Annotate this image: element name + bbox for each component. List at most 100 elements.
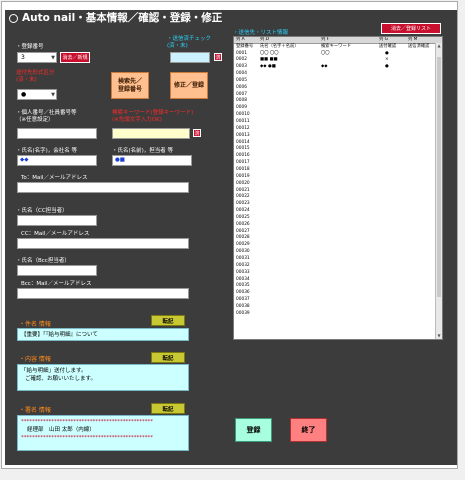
row-name: ◆◆ ●■ [260, 64, 276, 70]
list-row[interactable]: 00039 [234, 311, 437, 317]
signature-transcribe-button[interactable]: 転記 [151, 403, 185, 414]
signature-field[interactable]: ****************************************… [17, 415, 189, 451]
reg-no-label: ・登録番号 [16, 44, 44, 50]
cc-name-input[interactable] [17, 215, 97, 226]
reg-no-select[interactable]: 3 ▼ [17, 52, 57, 63]
search-reg-no-button[interactable]: 検索先／ 登録番号 [111, 72, 149, 99]
row-reg-no: 00017 [236, 160, 250, 166]
subject-section-label: ・件名 情報 [19, 321, 51, 328]
list-row[interactable]: 00027 [234, 229, 437, 235]
list-row[interactable]: 0001 〇〇 〇〇 〇〇 ● [234, 51, 437, 57]
scroll-up-icon[interactable]: ▲ [436, 43, 442, 49]
sent-check-button[interactable]: 済 [214, 53, 222, 61]
list-row[interactable]: 00017 [234, 160, 437, 166]
list-row[interactable]: 00033 [234, 270, 437, 276]
send-mode-select[interactable]: ● ▼ [17, 89, 57, 100]
list-row[interactable]: 00036 [234, 290, 437, 296]
row-keyword: ◆◆ [321, 64, 328, 70]
list-row[interactable]: 00026 [234, 222, 437, 228]
list-row[interactable]: 00037 [234, 297, 437, 303]
chevron-down-icon: ▼ [51, 54, 55, 61]
list-row[interactable]: 00020 [234, 181, 437, 187]
list-row[interactable]: 0004 [234, 71, 437, 77]
signature-section-label: ・署名 情報 [19, 407, 51, 414]
send-mode-label-line1: 送付先形式区分 [16, 70, 55, 76]
search-keyword-button[interactable]: 済 [193, 129, 201, 137]
name-person-input[interactable]: ●■ [112, 155, 192, 166]
list-row[interactable]: 00013 [234, 133, 437, 139]
reg-no-value: 3 [21, 54, 25, 61]
chevron-down-icon: ▼ [51, 91, 55, 98]
search-keyword-input[interactable] [112, 128, 190, 139]
list-row[interactable]: 00032 [234, 263, 437, 269]
app-title: Auto nail・基本情報／確認・登録・修正 [9, 10, 222, 25]
row-reg-no: 00013 [236, 132, 250, 138]
row-reg-no: 00011 [236, 119, 250, 124]
delete-new-button[interactable]: 消去／新規 [60, 52, 90, 63]
row-reg-no: 0009 [236, 105, 247, 111]
list-row[interactable]: 00035 [234, 283, 437, 289]
list-row[interactable]: 00028 [234, 235, 437, 241]
to-mail-input[interactable] [17, 182, 189, 193]
list-row[interactable]: 0002 ■■ ■■ × [234, 57, 437, 63]
list-row[interactable]: 00014 [234, 140, 437, 146]
list-row[interactable]: 00023 [234, 201, 437, 207]
personal-no-input[interactable] [17, 128, 97, 139]
recipient-list[interactable]: 列 A 列 D 列 F 列 G 列 M 登録番号 氏名（名字＋名前） 検索キーワ… [233, 36, 443, 340]
personal-no-label: ・個人番号／社員番号等 （※任意設定） [16, 110, 77, 124]
list-row[interactable]: 00012 [234, 126, 437, 132]
register-button[interactable]: 登録 [235, 418, 272, 442]
list-row[interactable]: 00015 [234, 146, 437, 152]
signature-stars-top: ****************************************… [21, 419, 153, 425]
bcc-mail-input[interactable] [17, 288, 189, 299]
list-row[interactable]: 00024 [234, 208, 437, 214]
list-row[interactable]: 00025 [234, 215, 437, 221]
cc-mail-input[interactable] [17, 238, 189, 249]
scroll-down-icon[interactable]: ▼ [436, 333, 442, 339]
search-button-line1: 検索先／ [117, 77, 142, 85]
row-reg-no: 0001 [236, 50, 247, 56]
row-reg-no: 00024 [236, 208, 250, 214]
list-row[interactable]: 0006 [234, 85, 437, 91]
sent-check-label: ・送信済チェック (済・未) [167, 36, 211, 50]
clear-list-button[interactable]: 消去／登録リスト [381, 23, 441, 34]
list-row[interactable]: 00021 [234, 188, 437, 194]
subject-transcribe-button[interactable]: 転記 [151, 315, 185, 326]
list-row[interactable]: 00016 [234, 153, 437, 159]
list-row[interactable]: 00011 [234, 119, 437, 125]
col-letter-d: 列 D [260, 37, 269, 42]
list-row[interactable]: 00018 [234, 167, 437, 173]
content-transcribe-button[interactable]: 転記 [151, 352, 185, 363]
signature-stars-bottom: ****************************************… [21, 435, 153, 441]
col-letter-m: 列 M [408, 37, 418, 42]
to-mail-label: To：Mail／メールアドレス [21, 175, 88, 181]
name-company-input[interactable]: ◆◆ [17, 155, 97, 166]
list-row[interactable]: 00034 [234, 277, 437, 283]
row-reg-no: 00021 [236, 187, 250, 193]
list-row[interactable]: 0008 [234, 98, 437, 104]
list-row[interactable]: 00031 [234, 256, 437, 262]
content-field[interactable]: 「給与明細」送付します。 ご確認、お願いいたします。 [17, 364, 189, 391]
row-reg-no: 00023 [236, 201, 250, 207]
content-section-label: ・内容 情報 [19, 356, 51, 363]
list-row[interactable]: 0007 [234, 92, 437, 98]
sent-check-field[interactable] [170, 52, 210, 63]
row-reg-no: 00018 [236, 166, 250, 172]
list-row[interactable]: 00030 [234, 249, 437, 255]
row-keyword: 〇〇 [321, 50, 330, 56]
scroll-thumb[interactable] [437, 57, 441, 297]
close-button[interactable]: 終了 [290, 418, 327, 442]
list-row[interactable]: 00038 [234, 304, 437, 310]
list-row[interactable]: 00010 [234, 112, 437, 118]
list-row[interactable]: 00029 [234, 242, 437, 248]
subject-field[interactable]: 【重要】「『給与明細』について [17, 328, 189, 341]
bcc-name-input[interactable] [17, 265, 97, 276]
fix-register-button[interactable]: 修正／登録 [170, 72, 208, 99]
content-line1: 「給与明細」送付します。 [21, 368, 87, 374]
list-row[interactable]: 00022 [234, 194, 437, 200]
list-scrollbar[interactable]: ▲ ▼ [435, 43, 442, 339]
list-row[interactable]: 0003 ◆◆ ●■ ◆◆ ● [234, 64, 437, 70]
list-row[interactable]: 00019 [234, 174, 437, 180]
list-row[interactable]: 0009 [234, 105, 437, 111]
list-row[interactable]: 0005 [234, 78, 437, 84]
